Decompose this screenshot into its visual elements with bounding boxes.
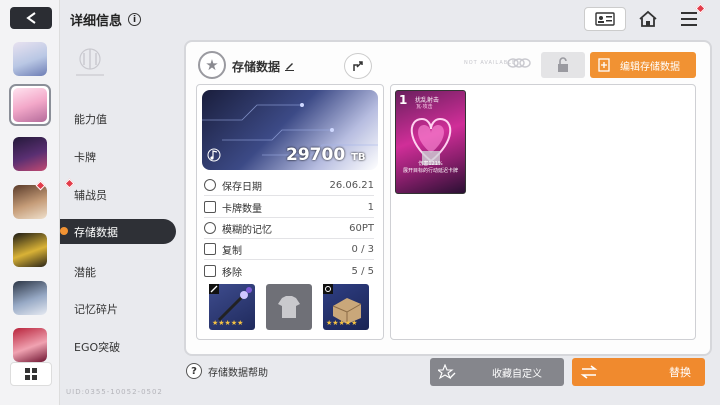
clock-icon	[204, 179, 216, 191]
menu-item-ego-breakthrough[interactable]: EGO突破	[74, 339, 120, 355]
character-avatar[interactable]	[13, 185, 47, 219]
footer-uid: UID:0355-10052-0502	[66, 388, 163, 396]
character-avatar[interactable]	[13, 233, 47, 267]
stat-row-save-date: 保存日期 26.06.21	[204, 175, 374, 195]
accessory-stars: ★★★★★	[326, 319, 358, 327]
profile-card-button[interactable]	[584, 7, 626, 31]
home-button[interactable]	[635, 7, 661, 31]
menu-item-stats[interactable]: 能力值	[74, 111, 107, 127]
faction-emblem-icon	[72, 44, 108, 80]
menu-item-cards[interactable]: 卡牌	[74, 149, 96, 165]
storage-help[interactable]: ? 存储数据帮助	[186, 363, 268, 379]
fuzzy-memory-icon	[204, 222, 216, 234]
storage-capacity: 29700 TB	[286, 145, 366, 165]
menu-item-memory-fragments[interactable]: 记忆碎片	[74, 301, 118, 317]
help-icon: ?	[186, 363, 202, 379]
id-card-icon	[595, 12, 615, 26]
menu-item-assistants[interactable]: 辅战员	[74, 187, 107, 203]
card-icon	[204, 201, 216, 213]
menu-item-label: 存储数据	[74, 225, 118, 239]
alert-badge	[35, 180, 46, 191]
stat-value: 0 / 3	[351, 243, 374, 255]
stat-label: 保存日期	[222, 181, 262, 193]
alert-badge	[64, 178, 75, 189]
stat-row-card-count: 卡牌数量 1	[204, 197, 374, 217]
stat-label: 复制	[222, 245, 242, 257]
stat-label: 模糊的记忆	[222, 224, 272, 236]
swap-arrows-icon	[580, 365, 598, 379]
stat-label: 卡牌数量	[222, 203, 262, 215]
character-avatar[interactable]	[13, 137, 47, 171]
copy-icon	[204, 243, 216, 255]
replace-button[interactable]: 替换	[572, 358, 705, 386]
page-title: 详细信息 i	[70, 10, 142, 29]
divider	[204, 259, 374, 260]
stat-value: 5 / 5	[351, 265, 374, 277]
character-avatar[interactable]	[13, 328, 47, 362]
star-icon: ★	[198, 51, 226, 79]
capacity-unit: TB	[351, 152, 366, 163]
character-avatar[interactable]	[13, 281, 47, 315]
chain-icon	[506, 57, 532, 72]
capacity-value: 29700	[286, 145, 346, 165]
stat-label: 移除	[222, 267, 242, 279]
card-cost: 1	[399, 93, 408, 107]
info-icon[interactable]: i	[128, 13, 142, 26]
active-indicator	[60, 227, 68, 235]
menu-item-storage-data[interactable]: 存储数据	[60, 219, 176, 244]
unlock-icon	[558, 57, 568, 72]
card-desc-line: 展开目标的行动延迟卡牌	[402, 168, 458, 174]
home-icon	[639, 10, 657, 27]
card-desc-line: 伤害121%	[418, 161, 443, 167]
stat-value: 26.06.21	[329, 179, 374, 191]
card-description: 伤害121% 展开目标的行动延迟卡牌	[398, 161, 463, 175]
card-subtitle: 瓦·攻击	[416, 104, 433, 110]
help-label: 存储数据帮助	[208, 367, 268, 379]
share-icon	[353, 61, 363, 71]
armor-silhouette-icon	[278, 296, 300, 318]
edit-doc-icon	[598, 58, 610, 72]
remove-icon	[204, 265, 216, 277]
alert-badge	[695, 3, 706, 14]
data-name-text: 存储数据	[232, 60, 281, 74]
character-avatar[interactable]	[13, 42, 47, 76]
data-name[interactable]: 存储数据	[232, 58, 295, 75]
grid-icon	[25, 368, 37, 380]
favorite-label: 收藏自定义	[492, 368, 542, 380]
stat-row-copy: 复制 0 / 3	[204, 239, 374, 259]
equipment-slot-armor-empty[interactable]	[266, 284, 312, 330]
character-avatar-selected[interactable]	[9, 84, 51, 126]
edit-storage-data-button[interactable]: 编辑存储数据	[590, 52, 696, 78]
menu-item-potential[interactable]: 潜能	[74, 264, 96, 280]
stat-value: 1	[367, 201, 374, 213]
pencil-icon	[285, 63, 295, 71]
back-arrow-icon	[26, 12, 36, 24]
weapon-stars: ★★★★★	[212, 319, 244, 327]
stat-row-fuzzy-memory: 模糊的记忆 60PT	[204, 218, 374, 238]
share-button[interactable]	[344, 53, 372, 79]
stat-row-remove: 移除 5 / 5	[204, 261, 374, 281]
edit-button-label: 编辑存储数据	[620, 61, 680, 73]
page-title-text: 详细信息	[70, 14, 123, 29]
replace-label: 替换	[669, 366, 691, 379]
lock-button[interactable]	[541, 52, 585, 78]
star-edit-icon	[438, 364, 456, 380]
music-note-icon	[206, 147, 222, 166]
back-button[interactable]	[10, 7, 52, 29]
stat-value: 60PT	[349, 222, 374, 234]
divider	[204, 195, 374, 196]
grid-view-button[interactable]	[10, 362, 52, 386]
favorite-custom-button[interactable]: 收藏自定义	[430, 358, 564, 386]
